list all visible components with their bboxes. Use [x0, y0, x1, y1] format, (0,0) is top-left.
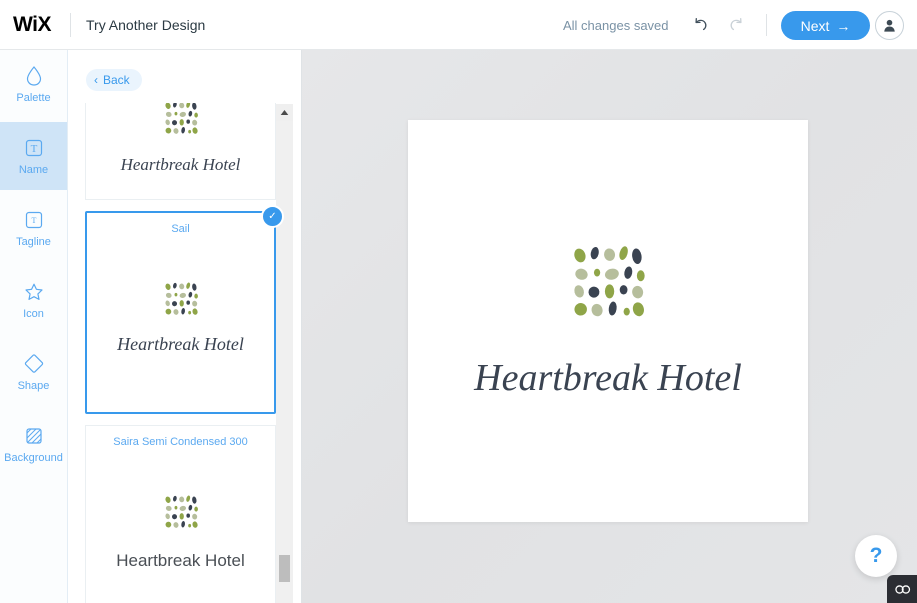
- redo-button: [724, 12, 750, 38]
- sidebar-item-background[interactable]: Background: [0, 410, 67, 478]
- variant-card[interactable]: Saira Semi Condensed 300 Heartbreak Hote…: [85, 425, 276, 603]
- sidebar-item-label: Palette: [16, 92, 51, 104]
- logo-preview-card[interactable]: Heartbreak Hotel: [408, 120, 808, 522]
- svg-text:T: T: [30, 143, 37, 155]
- preview-brand-name: Heartbreak Hotel: [474, 356, 742, 399]
- sidebar-item-label: Background: [4, 452, 63, 464]
- organic-petals-logo-icon: [163, 494, 199, 535]
- next-button[interactable]: Next →: [781, 11, 870, 40]
- variant-brand-name: Heartbreak Hotel: [116, 551, 245, 570]
- selected-check-badge: ✓: [261, 205, 284, 228]
- redo-arrow-icon: [730, 17, 742, 31]
- hatched-square-icon: [23, 423, 45, 449]
- sidebar-item-label: Icon: [23, 308, 44, 320]
- sidebar-item-label: Name: [18, 164, 49, 176]
- save-status-text: All changes saved: [563, 18, 669, 33]
- sidebar-item-name[interactable]: T Name: [0, 122, 67, 190]
- sidebar-item-shape[interactable]: Shape: [0, 338, 67, 406]
- droplet-icon: [24, 63, 44, 89]
- sidebar-item-tagline[interactable]: T Tagline: [0, 194, 67, 262]
- organic-petals-logo-icon: [163, 103, 199, 141]
- preview-canvas: Heartbreak Hotel ?: [302, 50, 917, 603]
- check-icon: ✓: [268, 211, 277, 222]
- corner-link-tab[interactable]: [887, 575, 917, 603]
- wix-logo[interactable]: WiX: [13, 13, 51, 37]
- variants-scroll-area: Heartbreak Hotel ✓ Sail Heartbreak Hotel…: [68, 103, 301, 603]
- arrow-right-icon: →: [836, 17, 851, 34]
- left-sidebar: Palette T Name T Tagline Icon Shape Back…: [0, 50, 68, 603]
- header-divider: [70, 13, 71, 37]
- undo-arrow-icon: [695, 17, 707, 31]
- avatar[interactable]: [875, 11, 904, 40]
- variant-font-label: Sail: [171, 223, 190, 235]
- next-button-label: Next: [800, 17, 830, 34]
- chevron-left-icon: ‹: [94, 73, 98, 87]
- variant-card-selected[interactable]: ✓ Sail Heartbreak Hotel: [85, 205, 284, 414]
- sidebar-item-icon[interactable]: Icon: [0, 266, 67, 334]
- undo-button[interactable]: [687, 12, 713, 38]
- chain-link-icon: [894, 584, 910, 594]
- variant-brand-name: Heartbreak Hotel: [120, 155, 241, 174]
- wix-logo-maker-app: WiX Try Another Design All changes saved…: [0, 0, 917, 603]
- panel-scrollbar-thumb[interactable]: [279, 555, 290, 582]
- sidebar-item-label: Tagline: [16, 236, 51, 248]
- variant-brand-name: Heartbreak Hotel: [117, 334, 244, 354]
- organic-petals-logo-icon: [163, 281, 199, 322]
- sidebar-item-palette[interactable]: Palette: [0, 50, 67, 118]
- diamond-icon: [23, 351, 45, 377]
- panel-scrollbar-track[interactable]: [276, 121, 293, 603]
- page-title: Try Another Design: [86, 17, 206, 33]
- star-icon: [23, 279, 45, 305]
- help-button[interactable]: ?: [855, 535, 897, 577]
- design-variants-panel: ‹ Back Heartbreak Hotel ✓ Sail Heartbrea…: [68, 50, 302, 603]
- text-box-icon: T: [23, 135, 45, 161]
- back-button-label: Back: [103, 73, 130, 87]
- question-mark-icon: ?: [869, 544, 883, 567]
- svg-text:T: T: [31, 216, 36, 225]
- small-text-box-icon: T: [23, 207, 45, 233]
- organic-petals-logo-icon: [569, 243, 647, 326]
- scroll-up-button[interactable]: [276, 104, 293, 121]
- variant-font-label: Saira Semi Condensed 300: [113, 436, 248, 448]
- top-bar: WiX Try Another Design All changes saved…: [0, 0, 917, 50]
- caret-up-icon: [280, 110, 289, 115]
- header-divider-2: [766, 14, 767, 36]
- user-avatar-icon: [884, 19, 895, 32]
- variant-card[interactable]: Heartbreak Hotel: [85, 103, 276, 200]
- sidebar-item-label: Shape: [17, 380, 50, 392]
- back-button[interactable]: ‹ Back: [86, 69, 142, 91]
